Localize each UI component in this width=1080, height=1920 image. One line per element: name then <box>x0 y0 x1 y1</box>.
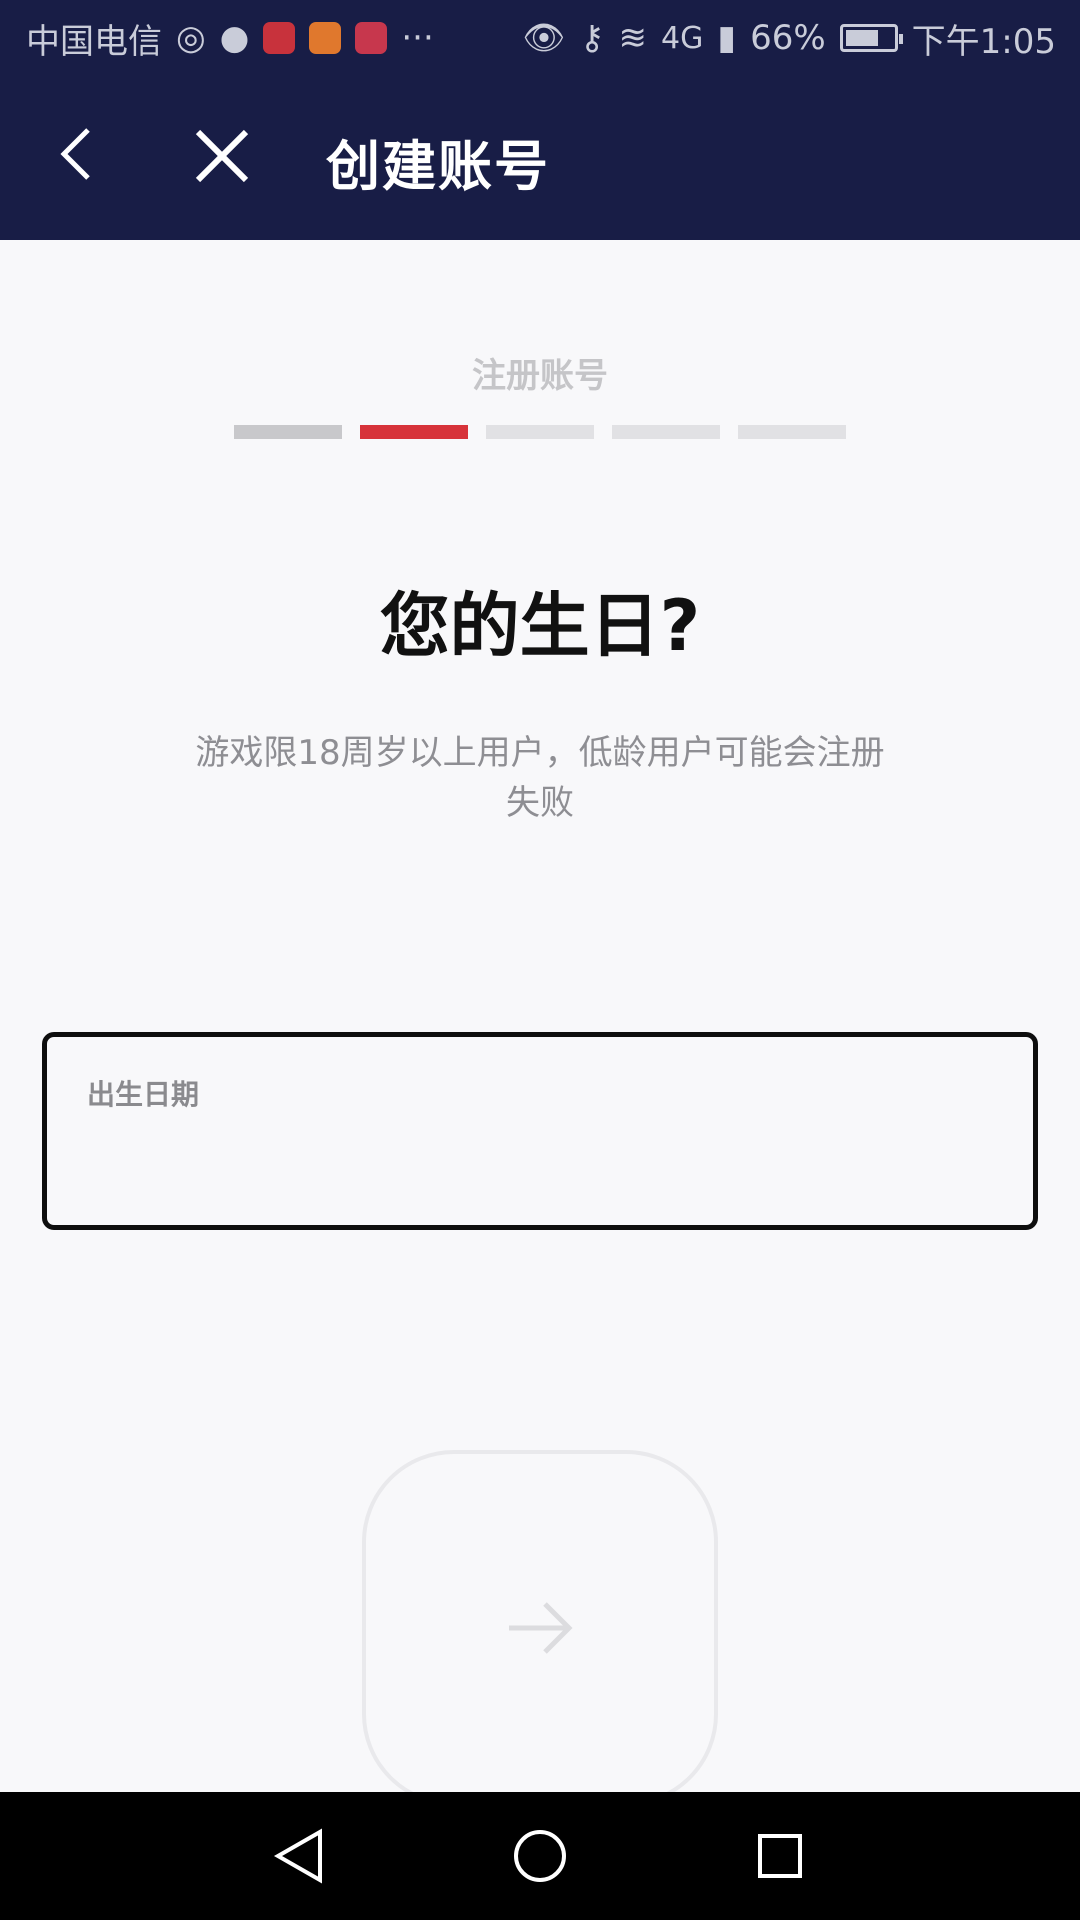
app-header: 创建账号 <box>0 76 1080 240</box>
step-progress <box>234 425 846 439</box>
square-recents-icon <box>758 1834 802 1878</box>
next-button[interactable] <box>362 1450 718 1806</box>
status-left: 中国电信 ◎ ● ··· <box>26 14 434 63</box>
step-4 <box>612 425 720 439</box>
sync-icon: ◎ <box>176 18 206 58</box>
arrow-right-icon <box>509 1602 573 1654</box>
wifi-icon: ≋ <box>618 18 648 58</box>
eye-icon: 👁 <box>522 18 566 58</box>
battery-percent: 66% <box>750 18 826 58</box>
clock: 下午1:05 <box>911 21 1056 62</box>
reader-app-icon <box>263 22 296 54</box>
close-icon <box>195 129 249 183</box>
circle-home-icon <box>514 1830 566 1882</box>
network-type: 4G <box>661 20 704 56</box>
create-account-screen: 中国电信 ◎ ● ··· 👁 ⚷ ≋ 4G ▮ 66% 下午1:05 创建账号 … <box>0 0 1080 1920</box>
step-2 <box>360 425 468 439</box>
video-app-icon <box>309 22 342 54</box>
key-icon: ⚷ <box>579 18 605 58</box>
message-icon: ● <box>219 18 250 58</box>
carrier-label: 中国电信 <box>26 21 162 62</box>
more-notifications-icon: ··· <box>401 18 434 58</box>
age-notice-line-2: 失败 <box>506 783 574 823</box>
age-notice-line-1: 游戏限18周岁以上用户，低龄用户可能会注册 <box>195 733 885 773</box>
triangle-back-icon <box>273 1828 322 1884</box>
status-bar: 中国电信 ◎ ● ··· 👁 ⚷ ≋ 4G ▮ 66% 下午1:05 <box>0 0 1080 76</box>
step-1 <box>234 425 342 439</box>
signal-icon: ▮ <box>717 18 737 58</box>
navigation-bar <box>0 1792 1080 1920</box>
nav-recents-button[interactable] <box>748 1824 812 1888</box>
back-button[interactable] <box>50 124 110 184</box>
step-label: 注册账号 <box>472 356 608 396</box>
page-title: 创建账号 <box>326 135 550 198</box>
birth-date-label: 出生日期 <box>87 1078 200 1111</box>
status-right: 👁 ⚷ ≋ 4G ▮ 66% 下午1:05 <box>522 14 1056 63</box>
close-button[interactable] <box>190 124 254 188</box>
battery-icon <box>839 24 903 52</box>
nav-home-button[interactable] <box>508 1824 572 1888</box>
step-3 <box>486 425 594 439</box>
birth-date-field[interactable]: 出生日期 <box>42 1032 1038 1230</box>
nav-back-button[interactable] <box>268 1824 332 1888</box>
step-5 <box>738 425 846 439</box>
chevron-left-icon <box>60 128 90 180</box>
birthday-question: 您的生日? <box>379 585 701 667</box>
shopping-app-icon <box>355 22 388 54</box>
age-notice: 游戏限18周岁以上用户，低龄用户可能会注册 失败 <box>150 728 930 828</box>
